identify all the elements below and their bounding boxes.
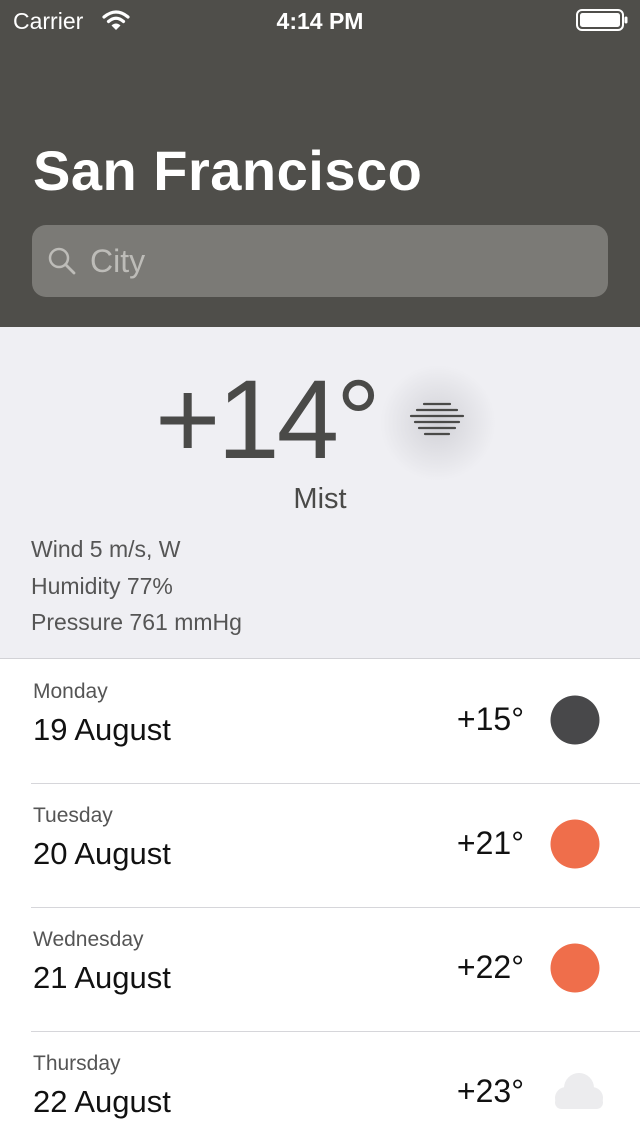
search-box[interactable]	[32, 225, 608, 297]
forecast-temperature: +22°	[456, 949, 524, 985]
header: Carrier 4:14 PM San Francisco	[0, 0, 640, 327]
forecast-row[interactable]: Wednesday 21 August +22°	[0, 908, 640, 1032]
clock: 4:14 PM	[276, 8, 364, 34]
cloud-icon	[555, 1073, 603, 1109]
forecast-date: 22 August	[33, 1084, 171, 1119]
forecast-weekday: Monday	[33, 680, 108, 703]
battery-icon	[576, 9, 628, 31]
mist-icon	[409, 402, 465, 436]
humidity-detail: Humidity 77%	[31, 573, 173, 599]
forecast-list: Monday 19 August +15° Tuesday 20 August …	[0, 660, 640, 1136]
city-title: San Francisco	[33, 139, 423, 202]
search-icon	[48, 247, 76, 275]
forecast-temperature: +21°	[456, 825, 524, 861]
forecast-date: 19 August	[33, 712, 171, 747]
forecast-weekday: Thursday	[33, 1052, 121, 1075]
condition-label: Mist	[293, 483, 347, 515]
current-temperature: +14°	[155, 357, 381, 482]
forecast-weekday: Tuesday	[33, 804, 113, 827]
sun-icon	[550, 819, 600, 869]
city-search-input[interactable]	[90, 239, 590, 283]
forecast-row[interactable]: Monday 19 August +15°	[0, 660, 640, 784]
forecast-row[interactable]: Tuesday 20 August +21°	[0, 784, 640, 908]
current-weather: +14° Mist Wind 5 m/s, W Humidity 77% Pre…	[0, 327, 640, 659]
forecast-temperature: +15°	[456, 701, 524, 737]
forecast-temperature: +23°	[456, 1073, 524, 1109]
forecast-row[interactable]: Thursday 22 August +23°	[0, 1032, 640, 1136]
status-bar: Carrier 4:14 PM	[0, 0, 640, 40]
pressure-detail: Pressure 761 mmHg	[31, 609, 242, 635]
forecast-weekday: Wednesday	[33, 928, 144, 951]
forecast-date: 20 August	[33, 836, 171, 871]
sun-icon	[550, 943, 600, 993]
wind-detail: Wind 5 m/s, W	[31, 536, 181, 562]
dark-circle-icon	[550, 695, 600, 745]
forecast-date: 21 August	[33, 960, 171, 995]
